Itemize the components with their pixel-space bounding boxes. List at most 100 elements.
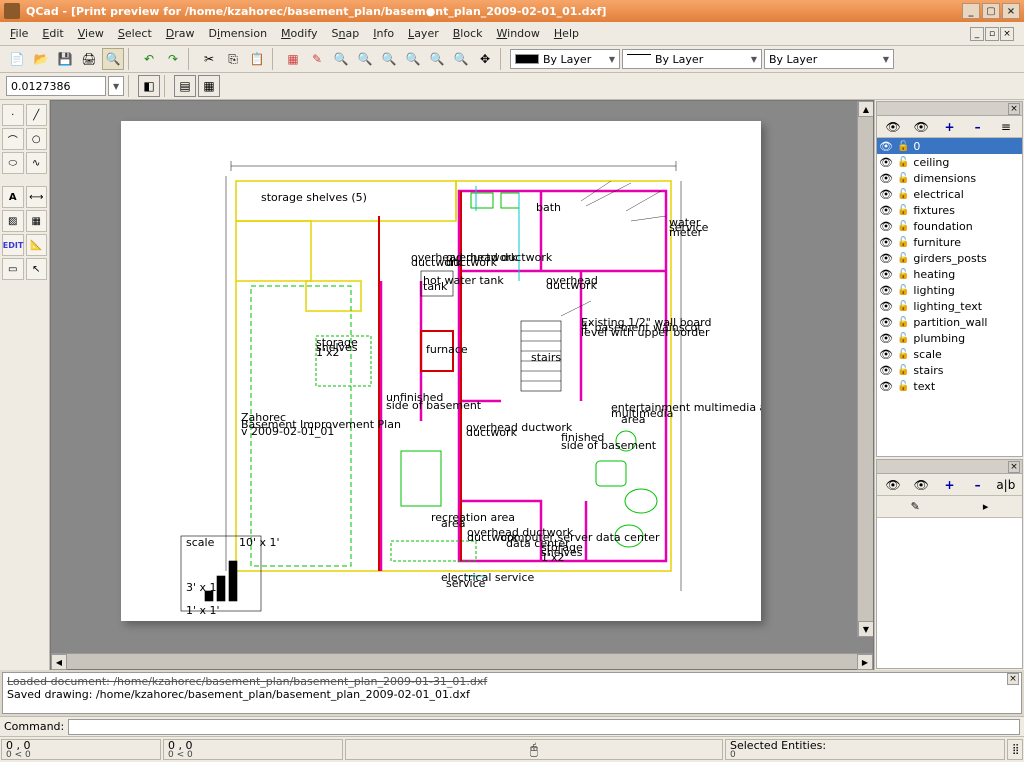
tool-dimension-icon[interactable]: ⟷ bbox=[26, 186, 48, 208]
eye-icon[interactable]: 👁 bbox=[879, 236, 893, 249]
scale-input[interactable] bbox=[6, 76, 106, 96]
tool-circle-icon[interactable]: ○ bbox=[26, 128, 48, 150]
layer-row[interactable]: 👁🔓0 bbox=[877, 138, 1022, 154]
paste-icon[interactable]: 📋 bbox=[246, 48, 268, 70]
tool-select-icon[interactable]: ↖ bbox=[26, 258, 48, 280]
tool-spline-icon[interactable]: ∿ bbox=[26, 152, 48, 174]
eye-icon[interactable]: 👁 bbox=[879, 380, 893, 393]
zoom-window-icon[interactable]: 🔍 bbox=[450, 48, 472, 70]
lock-icon[interactable]: 🔓 bbox=[897, 237, 909, 248]
layers-hideall-icon[interactable]: 👁 bbox=[910, 118, 932, 136]
new-icon[interactable]: 📄 bbox=[6, 48, 28, 70]
eye-icon[interactable]: 👁 bbox=[879, 204, 893, 217]
layer-row[interactable]: 👁🔓plumbing bbox=[877, 330, 1022, 346]
layers-list[interactable]: 👁🔓0👁🔓ceiling👁🔓dimensions👁🔓electrical👁🔓fi… bbox=[877, 138, 1022, 456]
menu-snap[interactable]: Snap bbox=[332, 27, 360, 40]
menu-layer[interactable]: Layer bbox=[408, 27, 439, 40]
lock-icon[interactable]: 🔓 bbox=[897, 141, 909, 152]
mdi-close-button[interactable]: × bbox=[1000, 27, 1014, 41]
color-combo[interactable]: By Layer ▼ bbox=[510, 49, 620, 69]
menu-draw[interactable]: Draw bbox=[166, 27, 195, 40]
tool-line-icon[interactable]: ╱ bbox=[26, 104, 48, 126]
blocks-insert-icon[interactable]: ▸ bbox=[983, 500, 989, 513]
scroll-right-icon[interactable]: ▶ bbox=[857, 654, 873, 670]
layer-row[interactable]: 👁🔓girders_posts bbox=[877, 250, 1022, 266]
menu-file[interactable]: File bbox=[10, 27, 28, 40]
zoom-pan-icon[interactable]: ✥ bbox=[474, 48, 496, 70]
tool-hatch-icon[interactable]: ▨ bbox=[2, 210, 24, 232]
eye-icon[interactable]: 👁 bbox=[879, 348, 893, 361]
blocks-hideall-icon[interactable]: 👁 bbox=[910, 476, 932, 494]
menu-window[interactable]: Window bbox=[497, 27, 540, 40]
zoom-out-icon[interactable]: 🔍 bbox=[378, 48, 400, 70]
eye-icon[interactable]: 👁 bbox=[879, 140, 893, 153]
blocks-close-icon[interactable]: × bbox=[1008, 461, 1020, 473]
lock-icon[interactable]: 🔓 bbox=[897, 205, 909, 216]
save-icon[interactable]: 💾 bbox=[54, 48, 76, 70]
eye-icon[interactable]: 👁 bbox=[879, 284, 893, 297]
blocks-showall-icon[interactable]: 👁 bbox=[882, 476, 904, 494]
cut-icon[interactable]: ✂ bbox=[198, 48, 220, 70]
layers-edit-icon[interactable]: ≡ bbox=[995, 118, 1017, 136]
layers-showall-icon[interactable]: 👁 bbox=[882, 118, 904, 136]
tool-edit-icon[interactable]: EDIT bbox=[2, 234, 24, 256]
linetype-combo[interactable]: By Layer ▼ bbox=[622, 49, 762, 69]
eye-icon[interactable]: 👁 bbox=[879, 252, 893, 265]
eye-icon[interactable]: 👁 bbox=[879, 172, 893, 185]
blocks-list[interactable] bbox=[877, 518, 1022, 668]
tool-measure-icon[interactable]: 📐 bbox=[26, 234, 47, 256]
bw-toggle-icon[interactable]: ◧ bbox=[138, 75, 160, 97]
eye-icon[interactable]: 👁 bbox=[879, 220, 893, 233]
menu-select[interactable]: Select bbox=[118, 27, 152, 40]
layer-row[interactable]: 👁🔓scale bbox=[877, 346, 1022, 362]
eye-icon[interactable]: 👁 bbox=[879, 156, 893, 169]
scroll-down-icon[interactable]: ▼ bbox=[858, 621, 873, 637]
menu-dimension[interactable]: Dimension bbox=[209, 27, 268, 40]
lock-icon[interactable]: 🔓 bbox=[897, 301, 909, 312]
print-icon[interactable]: 🖨 bbox=[78, 48, 100, 70]
zoom-in-icon[interactable]: 🔍 bbox=[354, 48, 376, 70]
layer-row[interactable]: 👁🔓electrical bbox=[877, 186, 1022, 202]
layer-row[interactable]: 👁🔓fixtures bbox=[877, 202, 1022, 218]
zoom-auto-icon[interactable]: 🔍 bbox=[402, 48, 424, 70]
tool-arc-icon[interactable]: ⌒ bbox=[2, 128, 24, 150]
lock-icon[interactable]: 🔓 bbox=[897, 189, 909, 200]
menu-modify[interactable]: Modify bbox=[281, 27, 317, 40]
lock-icon[interactable]: 🔓 bbox=[897, 381, 909, 392]
eye-icon[interactable]: 👁 bbox=[879, 268, 893, 281]
lock-icon[interactable]: 🔓 bbox=[897, 333, 909, 344]
menu-info[interactable]: Info bbox=[373, 27, 394, 40]
lock-icon[interactable]: 🔓 bbox=[897, 269, 909, 280]
layer-row[interactable]: 👁🔓lighting_text bbox=[877, 298, 1022, 314]
menu-block[interactable]: Block bbox=[453, 27, 483, 40]
eye-icon[interactable]: 👁 bbox=[879, 364, 893, 377]
layers-remove-icon[interactable]: – bbox=[967, 118, 989, 136]
eye-icon[interactable]: 👁 bbox=[879, 332, 893, 345]
lock-icon[interactable]: 🔓 bbox=[897, 173, 909, 184]
lock-icon[interactable]: 🔓 bbox=[897, 285, 909, 296]
lock-icon[interactable]: 🔓 bbox=[897, 253, 909, 264]
console-close-icon[interactable]: × bbox=[1007, 673, 1019, 685]
blocks-remove-icon[interactable]: – bbox=[967, 476, 989, 494]
layer-row[interactable]: 👁🔓heating bbox=[877, 266, 1022, 282]
lock-icon[interactable]: 🔓 bbox=[897, 157, 909, 168]
layer-row[interactable]: 👁🔓ceiling bbox=[877, 154, 1022, 170]
layer-row[interactable]: 👁🔓foundation bbox=[877, 218, 1022, 234]
layer-row[interactable]: 👁🔓partition_wall bbox=[877, 314, 1022, 330]
layer-row[interactable]: 👁🔓stairs bbox=[877, 362, 1022, 378]
layers-add-icon[interactable]: + bbox=[938, 118, 960, 136]
zoom-prev-icon[interactable]: 🔍 bbox=[426, 48, 448, 70]
tool-block-icon[interactable]: ▭ bbox=[2, 258, 24, 280]
tool-point-icon[interactable]: · bbox=[2, 104, 24, 126]
layer-row[interactable]: 👁🔓text bbox=[877, 378, 1022, 394]
zoom-redraw-icon[interactable]: 🔍 bbox=[330, 48, 352, 70]
horizontal-scrollbar[interactable]: ◀ ▶ bbox=[51, 653, 873, 669]
maximize-button[interactable]: ▢ bbox=[982, 3, 1000, 19]
tool-ellipse-icon[interactable]: ⬭ bbox=[2, 152, 24, 174]
grid-icon[interactable]: ▦ bbox=[282, 48, 304, 70]
command-input[interactable] bbox=[68, 719, 1020, 735]
canvas-viewport[interactable]: furnace ZahorecBasement Improvement Plan… bbox=[50, 100, 874, 670]
menu-help[interactable]: Help bbox=[554, 27, 579, 40]
menu-edit[interactable]: Edit bbox=[42, 27, 63, 40]
scroll-up-icon[interactable]: ▲ bbox=[858, 101, 873, 117]
